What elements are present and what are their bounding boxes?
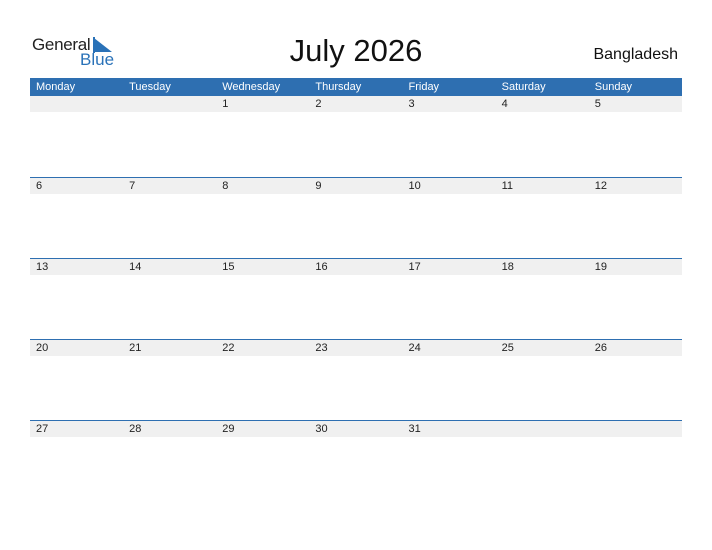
day-cell: 1 — [222, 98, 229, 110]
day-cell: 18 — [501, 261, 514, 273]
day-cell: 4 — [501, 98, 508, 110]
week-row: 27 28 29 30 31 — [30, 420, 682, 501]
day-cell: 11 — [501, 180, 514, 192]
day-cell — [123, 96, 216, 112]
day-cell: 29 — [222, 423, 235, 435]
day-cell: 16 — [315, 261, 328, 273]
weekday-saturday: Saturday — [501, 81, 546, 93]
date-strip: 1 2 3 4 5 — [30, 96, 682, 112]
day-cell: 23 — [315, 342, 328, 354]
weekday-monday: Monday — [36, 81, 76, 93]
day-cell: 8 — [222, 180, 229, 192]
day-cell: 25 — [501, 342, 514, 354]
week-row: 20 21 22 23 24 25 26 — [30, 339, 682, 420]
day-cell: 12 — [594, 180, 607, 192]
day-cell: 22 — [222, 342, 235, 354]
day-cell: 26 — [594, 342, 607, 354]
day-cell: 21 — [129, 342, 142, 354]
day-cell: 14 — [129, 261, 142, 273]
weekday-tuesday: Tuesday — [129, 81, 171, 93]
date-strip: 6 7 8 9 10 11 12 — [30, 178, 682, 194]
day-cell: 9 — [315, 180, 322, 192]
day-cell: 13 — [36, 261, 49, 273]
day-cell: 20 — [36, 342, 49, 354]
week-row: 1 2 3 4 5 — [30, 96, 682, 177]
day-cell: 17 — [408, 261, 421, 273]
day-cell: 7 — [129, 180, 136, 192]
day-cell — [589, 421, 682, 437]
day-cell: 2 — [315, 98, 322, 110]
weekday-sunday: Sunday — [594, 81, 633, 93]
day-cell: 27 — [36, 423, 49, 435]
day-cell: 3 — [408, 98, 415, 110]
weekday-friday: Friday — [408, 81, 440, 93]
day-cell: 28 — [129, 423, 142, 435]
week-row: 6 7 8 9 10 11 12 — [30, 177, 682, 258]
day-cell: 30 — [315, 423, 328, 435]
weekday-header: Monday Tuesday Wednesday Thursday Friday… — [30, 78, 682, 96]
day-cell: 15 — [222, 261, 235, 273]
weekday-thursday: Thursday — [315, 81, 362, 93]
date-strip: 27 28 29 30 31 — [30, 421, 682, 437]
day-cell: 31 — [408, 423, 421, 435]
day-cell — [496, 421, 589, 437]
week-row: 13 14 15 16 17 18 19 — [30, 258, 682, 339]
day-cell: 24 — [408, 342, 421, 354]
day-cell — [30, 96, 123, 112]
country-label: Bangladesh — [593, 46, 678, 63]
day-cell: 6 — [36, 180, 43, 192]
day-cell: 19 — [594, 261, 607, 273]
date-strip: 20 21 22 23 24 25 26 — [30, 340, 682, 356]
day-cell: 10 — [408, 180, 421, 192]
date-strip: 13 14 15 16 17 18 19 — [30, 259, 682, 275]
weekday-wednesday: Wednesday — [222, 81, 281, 93]
day-cell: 5 — [594, 98, 601, 110]
calendar-grid: Monday Tuesday Wednesday Thursday Friday… — [30, 78, 682, 501]
